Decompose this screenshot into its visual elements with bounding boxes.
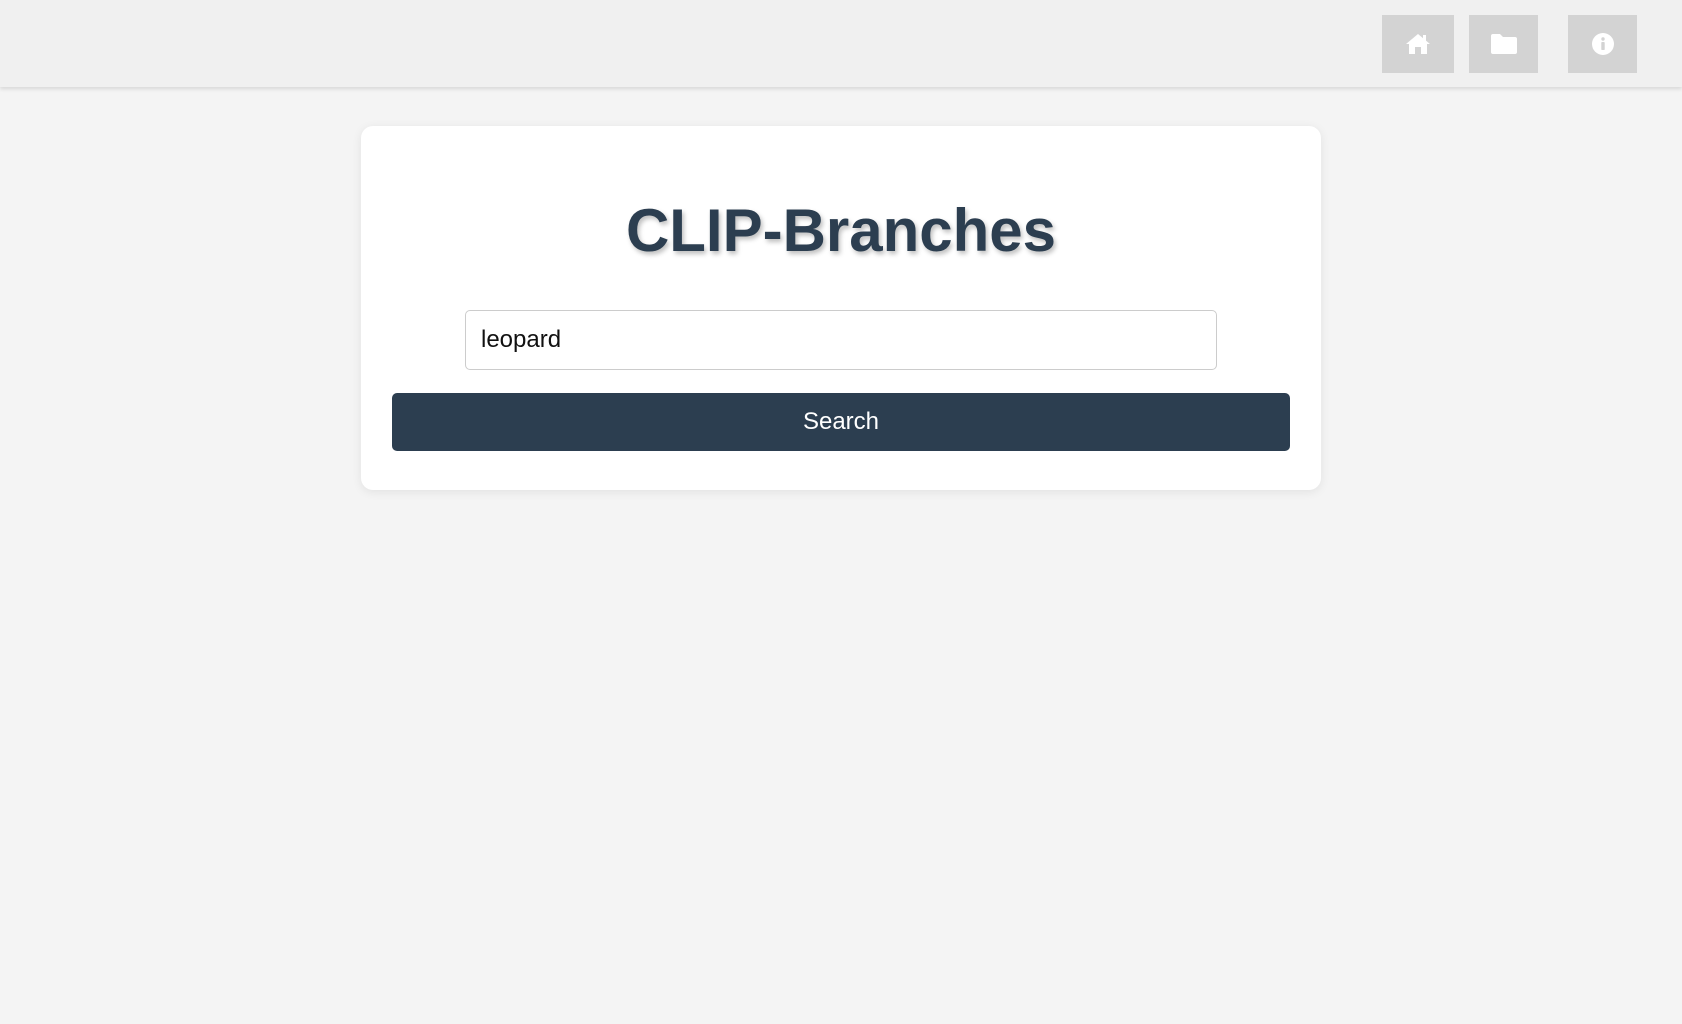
home-icon [1404, 32, 1432, 56]
search-input[interactable] [465, 310, 1217, 370]
folder-icon [1490, 33, 1518, 55]
info-icon [1591, 32, 1615, 56]
search-button[interactable]: Search [392, 393, 1290, 451]
info-button[interactable] [1568, 15, 1637, 73]
folder-button[interactable] [1469, 15, 1538, 73]
top-navigation-bar [0, 0, 1682, 87]
page-title: CLIP-Branches [625, 197, 1057, 264]
home-button[interactable] [1382, 15, 1454, 73]
